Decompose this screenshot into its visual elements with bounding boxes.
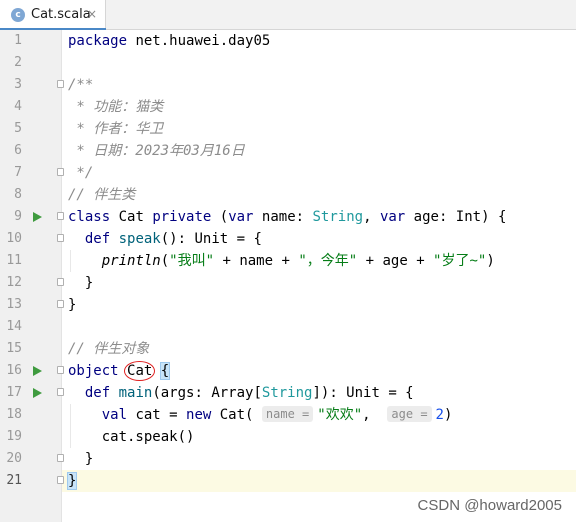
code-line[interactable]: 15 // 伴生对象 — [0, 338, 576, 360]
code-line[interactable]: 16 object Cat { — [0, 360, 576, 382]
code-line[interactable]: 14 — [0, 316, 576, 338]
code-line[interactable]: 20 } — [0, 448, 576, 470]
line-number: 6 — [14, 143, 22, 158]
code-text: } — [68, 275, 94, 291]
code-text: /** — [68, 77, 94, 93]
line-number: 7 — [14, 165, 22, 180]
code-line[interactable]: 12 } — [0, 272, 576, 294]
code-line[interactable]: 18 val cat = new Cat( name = "欢欢", age = 2… — [0, 404, 576, 426]
code-line[interactable]: 9 class Cat private (var name: String, v… — [0, 206, 576, 228]
code-line[interactable]: 5 * 作者：华卫 — [0, 118, 576, 140]
tab-cat-scala[interactable]: c Cat.scala × — [0, 0, 106, 31]
line-number: 9 — [14, 209, 22, 224]
line-number: 10 — [6, 231, 22, 246]
code-line[interactable]: 3 /** — [0, 74, 576, 96]
fold-icon[interactable] — [57, 300, 64, 308]
code-line[interactable]: 17 def main(args: Array[String]): Unit =… — [0, 382, 576, 404]
fold-icon[interactable] — [57, 212, 64, 220]
line-number: 12 — [6, 275, 22, 290]
close-icon[interactable]: × — [87, 6, 97, 22]
fold-icon[interactable] — [57, 388, 64, 396]
param-hint-age: age = — [387, 406, 432, 422]
code-text: */ — [68, 165, 94, 181]
fold-icon[interactable] — [57, 234, 64, 242]
run-icon[interactable] — [33, 212, 42, 222]
line-number: 17 — [6, 385, 22, 400]
line-number: 18 — [6, 407, 22, 422]
code-line[interactable]: 6 * 日期：2023年03月16日 — [0, 140, 576, 162]
code-text: package net.huawei.day05 — [68, 33, 271, 49]
code-text: } — [68, 297, 77, 313]
editor-tab-bar: c Cat.scala × — [0, 0, 576, 31]
code-line[interactable]: 13 } — [0, 294, 576, 316]
code-text: val cat = new Cat( name = "欢欢", age = 2) — [101, 406, 453, 423]
code-text: def main(args: Array[String]): Unit = { — [84, 385, 414, 401]
line-number: 3 — [14, 77, 22, 92]
line-number: 4 — [14, 99, 22, 114]
code-text: } — [66, 472, 78, 490]
keyword-package: package — [68, 33, 128, 49]
line-number: 20 — [6, 451, 22, 466]
line-number: 21 — [6, 473, 22, 488]
line-number: 2 — [14, 55, 22, 70]
code-text: // 伴生类 — [68, 187, 136, 203]
red-circle-annotation: Cat — [124, 361, 156, 381]
fold-icon[interactable] — [57, 278, 64, 286]
line-number: 1 — [14, 33, 22, 48]
run-icon[interactable] — [33, 366, 42, 376]
code-text: } — [68, 451, 94, 467]
code-line[interactable]: 21 } — [0, 470, 576, 492]
fold-icon[interactable] — [57, 80, 64, 88]
tab-label: Cat.scala — [31, 7, 91, 22]
code-line[interactable]: 7 */ — [0, 162, 576, 184]
watermark: CSDN @howard2005 — [417, 497, 562, 514]
code-line[interactable]: 11 println("我叫" + name + "，今年" + age + "… — [0, 250, 576, 272]
line-number: 16 — [6, 363, 22, 378]
fold-icon[interactable] — [57, 168, 64, 176]
code-text: cat.speak() — [68, 429, 195, 445]
param-hint-name: name = — [261, 406, 314, 422]
fold-icon[interactable] — [57, 366, 64, 374]
fold-icon[interactable] — [57, 476, 64, 484]
code-text: object Cat { — [68, 361, 171, 381]
line-number: 14 — [6, 319, 22, 334]
code-line[interactable]: 10 def speak(): Unit = { — [0, 228, 576, 250]
code-line[interactable]: 4 * 功能：猫类 — [0, 96, 576, 118]
line-number: 13 — [6, 297, 22, 312]
line-number: 5 — [14, 121, 22, 136]
code-line[interactable]: 1 package net.huawei.day05 — [0, 30, 576, 52]
line-number: 15 — [6, 341, 22, 356]
code-text: println("我叫" + name + "，今年" + age + "岁了~… — [101, 253, 495, 269]
code-line[interactable]: 8 // 伴生类 — [0, 184, 576, 206]
code-line[interactable]: 19 cat.speak() — [0, 426, 576, 448]
code-line[interactable]: 2 — [0, 52, 576, 74]
line-number: 19 — [6, 429, 22, 444]
code-text: class Cat private (var name: String, var… — [68, 209, 507, 225]
code-text: // 伴生对象 — [68, 341, 150, 357]
scala-file-icon: c — [11, 8, 25, 22]
line-number: 8 — [14, 187, 22, 202]
run-icon[interactable] — [33, 388, 42, 398]
code-text: * 日期：2023年03月16日 — [68, 143, 245, 159]
line-number: 11 — [6, 253, 22, 268]
fold-icon[interactable] — [57, 454, 64, 462]
code-text: * 作者：华卫 — [68, 121, 164, 137]
code-text: * 功能：猫类 — [68, 99, 164, 115]
code-text: def speak(): Unit = { — [84, 231, 262, 247]
